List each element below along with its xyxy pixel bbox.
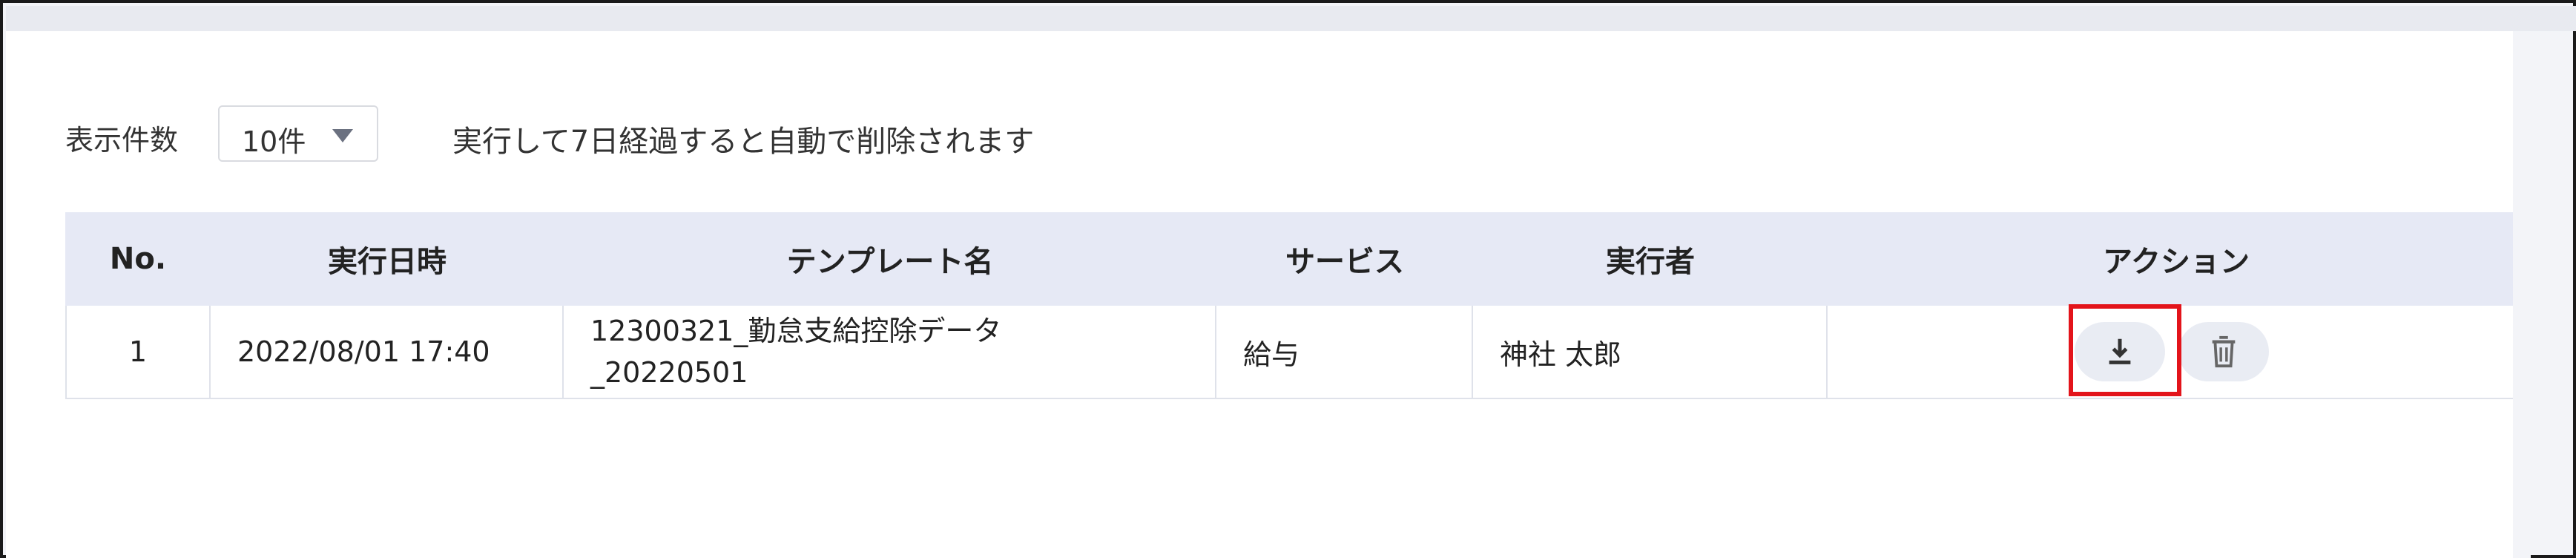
screenshot-frame: 表示件数 10件 実行して7日経過すると自動で削除されます No. 実行日時 テ… [0,0,2576,558]
header-template-name: テンプレート名 [786,245,994,279]
execution-history-table: No. 実行日時 テンプレート名 サービス 実行者 アクション 1 2022/0… [65,212,2525,401]
chevron-down-icon [332,129,353,142]
trash-icon [2212,335,2236,368]
display-count-label: 表示件数 [65,124,179,157]
table-header: No. 実行日時 テンプレート名 サービス 実行者 アクション [65,212,2525,306]
cell-service: 給与 [1216,306,1473,398]
header-no: No. [109,242,167,276]
top-strip [6,6,2576,31]
cell-executor: 神社 太郎 [1473,306,1828,398]
header-executed-at: 実行日時 [328,245,447,279]
main-content: 表示件数 10件 実行して7日経過すると自動で削除されます No. 実行日時 テ… [6,31,2525,558]
cell-executed-at: 2022/08/01 17:40 [211,306,564,398]
delete-button[interactable] [2178,322,2269,381]
header-action: アクション [2103,245,2250,279]
cell-template-name: 12300321_勤怠支給控除データ _20220501 [564,306,1216,398]
right-gutter [2513,31,2531,558]
template-name-text: 12300321_勤怠支給控除データ _20220501 [590,315,1002,389]
display-count-value: 10件 [242,125,306,158]
retention-notice: 実行して7日経過すると自動で削除されます [452,125,1035,159]
highlight-box [2069,304,2181,396]
cell-no: 1 [65,306,211,398]
header-service: サービス [1285,245,1404,279]
header-executor: 実行者 [1606,245,1695,279]
display-count-select[interactable]: 10件 [218,105,378,162]
